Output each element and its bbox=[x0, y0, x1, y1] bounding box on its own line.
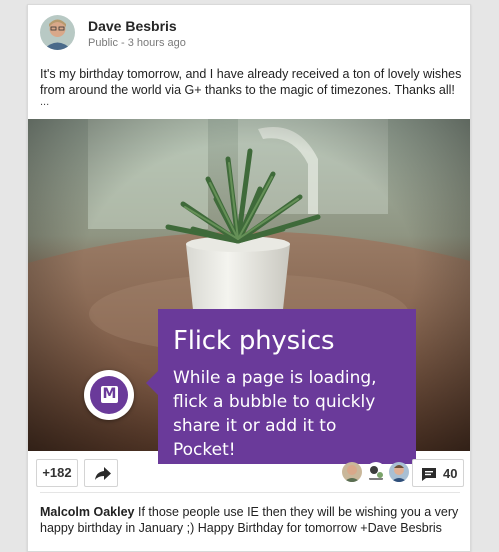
post-header: Dave Besbris Public - 3 hours ago bbox=[28, 5, 470, 61]
comments-count: 40 bbox=[443, 466, 458, 481]
comment-author[interactable]: Malcolm Oakley bbox=[40, 505, 135, 519]
post-meta: Public - 3 hours ago bbox=[88, 37, 186, 49]
plusser-avatar-1[interactable] bbox=[342, 462, 362, 482]
post-actions: +182 40 bbox=[28, 456, 470, 492]
tooltip-title: Flick physics bbox=[173, 326, 335, 356]
pocket-bubble[interactable]: M bbox=[84, 370, 134, 420]
comment-item: Malcolm Oakley If those people use IE th… bbox=[40, 504, 460, 536]
pocket-logo-icon: M bbox=[101, 386, 118, 403]
visibility-label: Public bbox=[88, 37, 118, 49]
share-arrow-icon bbox=[95, 467, 111, 480]
plusser-avatar-2[interactable] bbox=[366, 462, 386, 482]
plus-one-button[interactable]: +182 bbox=[36, 459, 78, 487]
plusser-avatar-3[interactable] bbox=[389, 462, 409, 482]
meta-separator: - bbox=[117, 37, 128, 49]
pocket-bubble-inner: M bbox=[90, 376, 128, 414]
post-time[interactable]: 3 hours ago bbox=[128, 37, 186, 49]
expand-post-link[interactable]: ... bbox=[40, 96, 49, 108]
flick-physics-tooltip: Flick physics While a page is loading, f… bbox=[146, 309, 416, 464]
comment-icon bbox=[422, 468, 436, 481]
author-name[interactable]: Dave Besbris bbox=[88, 18, 177, 34]
share-button[interactable] bbox=[84, 459, 118, 487]
actions-divider bbox=[40, 492, 460, 493]
post-body: It's my birthday tomorrow, and I have al… bbox=[40, 67, 462, 97]
post-card: Dave Besbris Public - 3 hours ago It's m… bbox=[27, 4, 471, 552]
author-avatar[interactable] bbox=[40, 15, 75, 50]
tooltip-body: While a page is loading, flick a bubble … bbox=[173, 368, 377, 460]
comments-button[interactable]: 40 bbox=[412, 459, 464, 487]
